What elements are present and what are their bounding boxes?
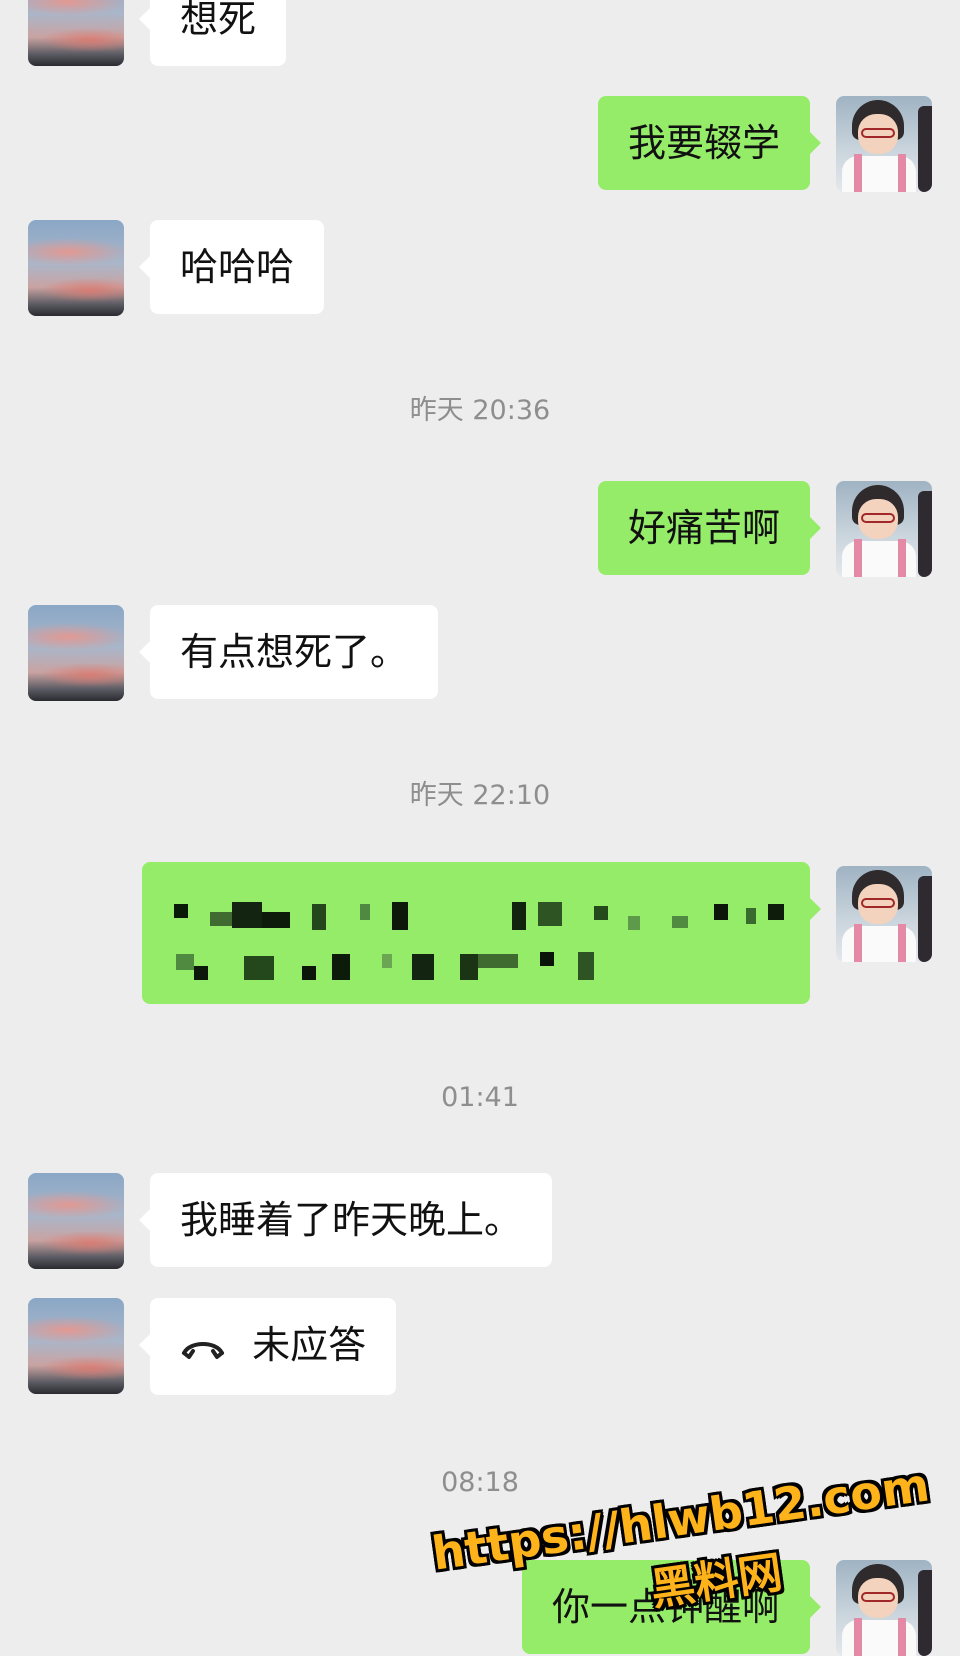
outgoing-message[interactable]: 我要辍学	[597, 96, 822, 190]
message-text: 哈哈哈	[180, 245, 295, 289]
my-avatar[interactable]	[836, 866, 932, 962]
message-text: 我睡着了昨天晚上。	[180, 1198, 523, 1242]
timestamp: 01:41	[441, 1082, 519, 1113]
message-text: 想死	[180, 0, 257, 41]
incoming-message[interactable]: 有点想死了。	[138, 605, 439, 699]
contact-avatar[interactable]	[28, 0, 124, 66]
outgoing-message-censored[interactable]	[142, 862, 821, 1004]
timestamp: 昨天 20:36	[409, 395, 551, 426]
incoming-message[interactable]: 我睡着了昨天晚上。	[138, 1173, 553, 1267]
my-avatar[interactable]	[836, 1560, 932, 1656]
message-text: 有点想死了。	[180, 630, 409, 674]
message-text: 我要辍学	[627, 121, 780, 165]
contact-avatar[interactable]	[28, 1173, 124, 1269]
outgoing-message[interactable]: 好痛苦啊	[597, 481, 822, 575]
missed-call-message[interactable]: 未应答	[138, 1298, 397, 1395]
incoming-message[interactable]: 哈哈哈	[138, 220, 325, 314]
my-avatar[interactable]	[836, 96, 932, 192]
incoming-message[interactable]: 想死	[138, 0, 287, 66]
my-avatar[interactable]	[836, 481, 932, 577]
contact-avatar[interactable]	[28, 220, 124, 316]
phone-hangup-icon	[180, 1324, 226, 1372]
contact-avatar[interactable]	[28, 1298, 124, 1394]
message-text: 好痛苦啊	[627, 506, 780, 550]
contact-avatar[interactable]	[28, 605, 124, 701]
message-text: 未应答	[252, 1323, 367, 1367]
timestamp: 昨天 22:10	[409, 780, 551, 811]
